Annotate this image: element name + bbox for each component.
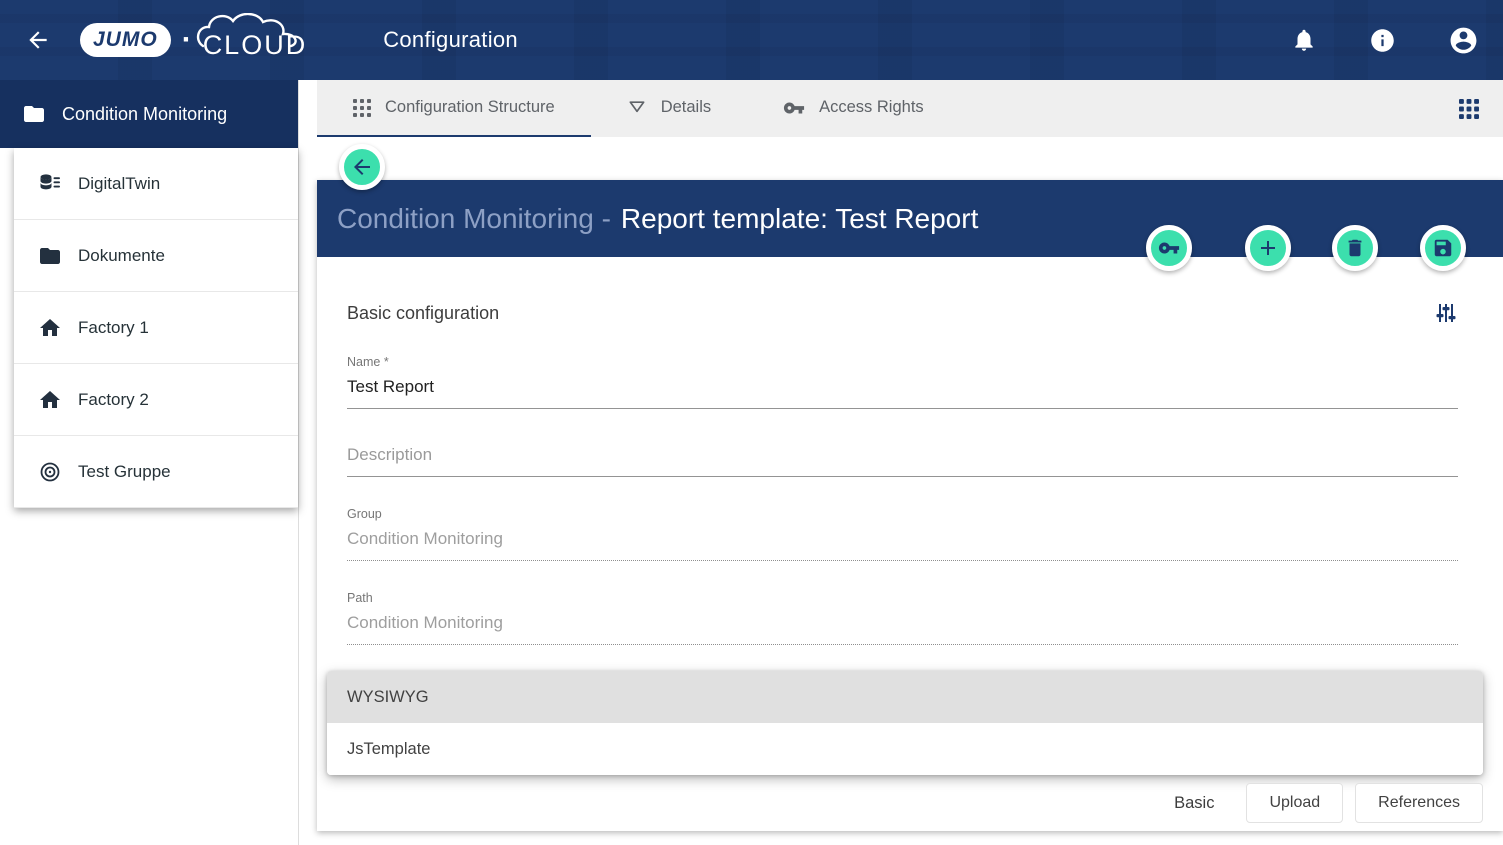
sidebar-item-test-gruppe[interactable]: Test Gruppe bbox=[14, 436, 298, 508]
sidebar-list: DigitalTwin Dokumente Factory 1 Factory … bbox=[14, 148, 298, 508]
references-button[interactable]: References bbox=[1355, 783, 1483, 823]
tab-bar: Configuration Structure Details Access R… bbox=[317, 80, 1503, 137]
dropdown-option-wysiwyg[interactable]: WYSIWYG bbox=[327, 671, 1483, 723]
form-content: Basic configuration Name * Test Report D… bbox=[317, 257, 1503, 823]
basic-tab-label[interactable]: Basic bbox=[1174, 794, 1214, 813]
sidebar-item-label: Factory 2 bbox=[78, 390, 149, 410]
tab-configuration-structure[interactable]: Configuration Structure bbox=[317, 80, 591, 137]
name-field-value[interactable]: Test Report bbox=[347, 377, 1458, 409]
tab-details[interactable]: Details bbox=[591, 80, 747, 137]
panel-title-main: Report template: Test Report bbox=[621, 203, 978, 235]
key-icon bbox=[783, 97, 805, 119]
arrow-left-icon bbox=[350, 155, 374, 179]
page-title: Configuration bbox=[383, 27, 518, 53]
footer-actions: Basic Upload References bbox=[347, 783, 1483, 823]
grid-icon bbox=[353, 99, 371, 117]
section-title: Basic configuration bbox=[347, 303, 499, 324]
sidebar-item-label: Factory 1 bbox=[78, 318, 149, 338]
cloud-outline-icon bbox=[195, 13, 317, 49]
sidebar-item-condition-monitoring[interactable]: Condition Monitoring bbox=[0, 80, 298, 148]
panel-back-button[interactable] bbox=[339, 144, 385, 190]
name-field-label: Name * bbox=[347, 355, 1458, 369]
layout-grid-icon[interactable] bbox=[1459, 99, 1479, 119]
delete-button[interactable] bbox=[1332, 225, 1378, 271]
template-type-dropdown: WYSIWYG JsTemplate bbox=[327, 671, 1483, 775]
key-icon bbox=[1158, 237, 1180, 259]
group-field-value: Condition Monitoring bbox=[347, 529, 1458, 561]
main-area: Configuration Structure Details Access R… bbox=[299, 80, 1503, 845]
sidebar-item-label: DigitalTwin bbox=[78, 174, 160, 194]
description-field[interactable]: Description bbox=[347, 445, 1458, 477]
add-button[interactable] bbox=[1245, 225, 1291, 271]
upload-button[interactable]: Upload bbox=[1246, 783, 1343, 823]
tune-sliders-icon[interactable] bbox=[1434, 301, 1458, 325]
account-icon[interactable] bbox=[1448, 25, 1479, 56]
sidebar-item-factory-2[interactable]: Factory 2 bbox=[14, 364, 298, 436]
sidebar-item-factory-1[interactable]: Factory 1 bbox=[14, 292, 298, 364]
target-icon bbox=[38, 460, 62, 484]
tab-label: Details bbox=[661, 98, 711, 117]
sidebar: Condition Monitoring DigitalTwin Dokumen… bbox=[0, 80, 299, 845]
path-field-label: Path bbox=[347, 591, 1458, 605]
back-arrow-icon[interactable] bbox=[22, 24, 54, 56]
info-icon[interactable] bbox=[1369, 27, 1396, 54]
jumo-logo: JUMO bbox=[80, 23, 171, 57]
trash-icon bbox=[1344, 237, 1366, 259]
home-icon bbox=[38, 388, 62, 412]
tab-access-rights[interactable]: Access Rights bbox=[747, 80, 960, 137]
sidebar-item-dokumente[interactable]: Dokumente bbox=[14, 220, 298, 292]
home-icon bbox=[38, 316, 62, 340]
brand-logo: JUMO · CLOUD bbox=[80, 20, 307, 61]
sidebar-item-digitaltwin[interactable]: DigitalTwin bbox=[14, 148, 298, 220]
sidebar-item-label: Dokumente bbox=[78, 246, 165, 266]
tab-label: Access Rights bbox=[819, 98, 924, 117]
folder-icon bbox=[22, 102, 46, 126]
group-field-label: Group bbox=[347, 507, 1458, 521]
path-field-value: Condition Monitoring bbox=[347, 613, 1458, 645]
description-field-placeholder[interactable]: Description bbox=[347, 445, 1458, 477]
name-field[interactable]: Name * Test Report bbox=[347, 355, 1458, 409]
notifications-bell-icon[interactable] bbox=[1291, 27, 1317, 53]
panel-header: Condition Monitoring - Report template: … bbox=[317, 180, 1503, 257]
save-floppy-icon bbox=[1432, 237, 1454, 259]
folder-icon bbox=[38, 244, 62, 268]
dropdown-option-jstemplate[interactable]: JsTemplate bbox=[327, 723, 1483, 775]
filter-icon bbox=[627, 98, 647, 118]
digital-twin-icon bbox=[38, 172, 62, 196]
cloud-logo: CLOUD bbox=[203, 20, 308, 61]
sidebar-item-label: Test Gruppe bbox=[78, 462, 171, 482]
topbar-actions bbox=[1291, 25, 1479, 56]
plus-icon bbox=[1256, 236, 1280, 260]
topbar: JUMO · CLOUD Configuration bbox=[0, 0, 1503, 80]
detail-card: Condition Monitoring - Report template: … bbox=[317, 180, 1503, 831]
panel-title-prefix: Condition Monitoring - bbox=[337, 203, 611, 235]
save-button[interactable] bbox=[1420, 225, 1466, 271]
path-field: Path Condition Monitoring bbox=[347, 591, 1458, 645]
brand-separator: · bbox=[182, 23, 192, 57]
group-field: Group Condition Monitoring bbox=[347, 507, 1458, 561]
tab-label: Configuration Structure bbox=[385, 98, 555, 117]
sidebar-header-label: Condition Monitoring bbox=[62, 104, 227, 125]
access-key-button[interactable] bbox=[1146, 225, 1192, 271]
